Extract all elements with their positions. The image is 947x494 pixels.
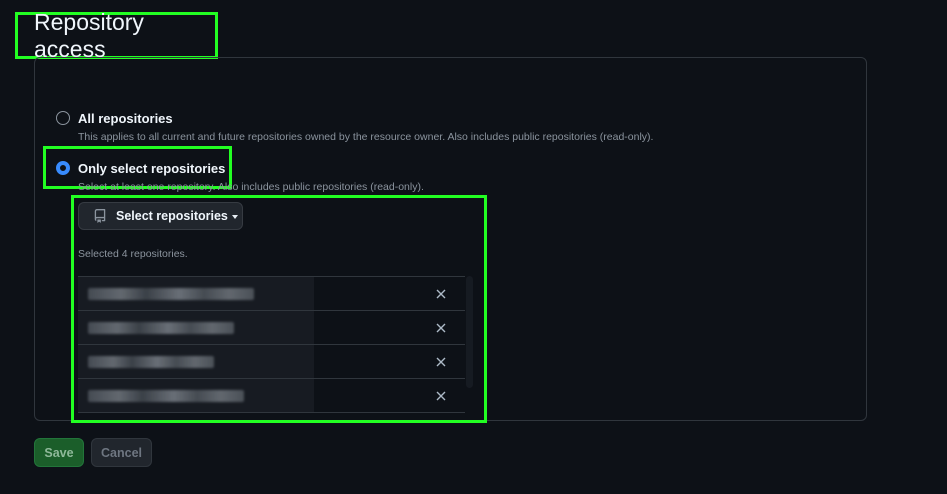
list-scrollbar[interactable] [466, 276, 473, 388]
section-title-highlight: Repository access [15, 9, 218, 62]
cancel-button[interactable]: Cancel [91, 438, 152, 467]
list-item [78, 277, 465, 311]
list-item [78, 379, 465, 413]
select-repositories-label: Select repositories [116, 209, 228, 223]
close-icon[interactable] [435, 390, 447, 402]
option-all-repositories-label[interactable]: All repositories [78, 111, 173, 126]
option-only-select-label[interactable]: Only select repositories [78, 161, 225, 176]
redacted-repo-name [88, 389, 244, 402]
list-item [78, 345, 465, 379]
repo-icon [93, 209, 107, 223]
chevron-down-icon [231, 215, 238, 219]
option-only-select-description: Select at least one repository. Also inc… [78, 181, 424, 193]
radio-only-select-repositories[interactable] [56, 161, 70, 175]
list-item [78, 311, 465, 345]
save-button[interactable]: Save [34, 438, 84, 467]
redacted-repo-name [88, 287, 254, 300]
section-title: Repository access [34, 8, 144, 62]
close-icon[interactable] [435, 356, 447, 368]
redacted-repo-name [88, 321, 234, 334]
option-all-repositories-description: This applies to all current and future r… [78, 131, 654, 143]
radio-all-repositories[interactable] [56, 111, 70, 125]
close-icon[interactable] [435, 288, 447, 300]
select-repositories-button[interactable]: Select repositories [78, 202, 243, 230]
selected-count-text: Selected 4 repositories. [78, 248, 188, 260]
selected-repositories-list [78, 276, 465, 413]
close-icon[interactable] [435, 322, 447, 334]
redacted-repo-name [88, 355, 214, 368]
repository-access-page: Repository access All repositories This … [0, 0, 947, 494]
